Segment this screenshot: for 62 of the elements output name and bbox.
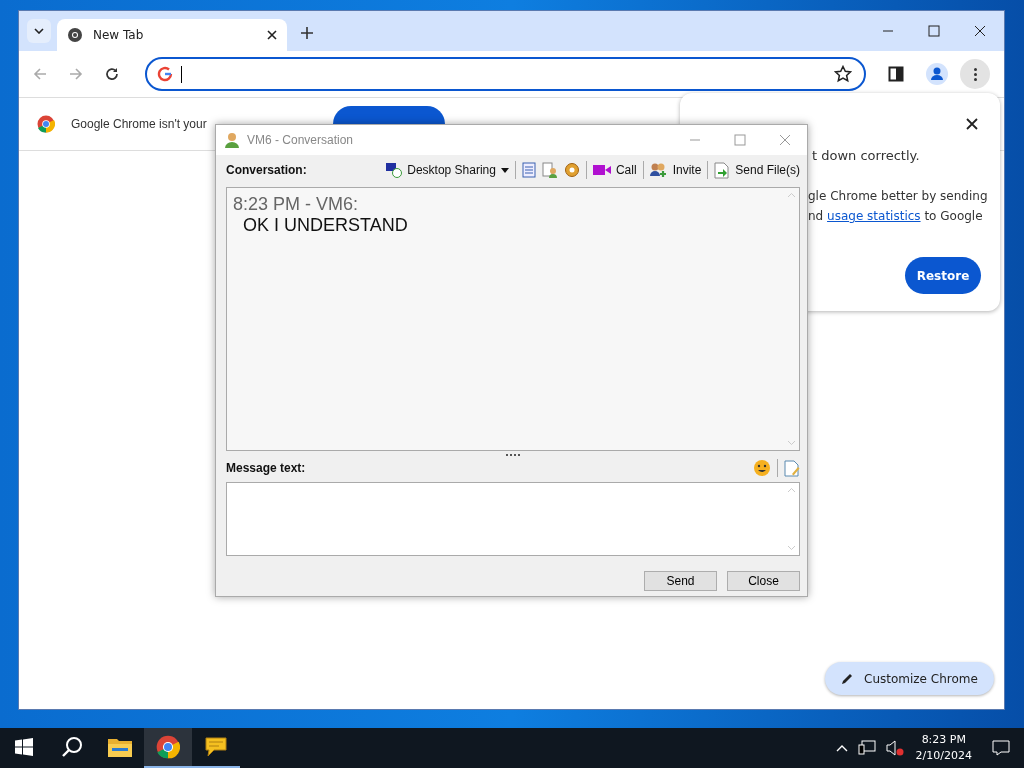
set-default-button[interactable] [332, 106, 445, 124]
restore-message: gle Chrome better by sending [808, 189, 988, 203]
dialog-button[interactable]: Send [644, 571, 717, 591]
caret-icon [500, 167, 509, 173]
clock-date[interactable]: 2/10/2024 [915, 748, 972, 764]
address-bar[interactable] [145, 57, 866, 91]
chevron-down-icon [34, 28, 44, 34]
reload-icon[interactable] [105, 67, 119, 81]
chrome-taskbar-button[interactable] [144, 728, 192, 768]
splitter-handle[interactable] [506, 454, 520, 458]
usage-statistics-link[interactable]: usage statistics [827, 209, 921, 223]
speaker-muted-icon[interactable] [885, 740, 904, 756]
users-add-icon [649, 162, 668, 178]
side-panel-icon[interactable] [888, 66, 904, 82]
call-tool-button[interactable]: Call [592, 163, 637, 177]
menu-icon[interactable] [960, 59, 990, 89]
folder-icon [108, 737, 132, 757]
default-browser-message: Google Chrome isn't your [71, 117, 207, 131]
window-title: VM6 - Conversation [247, 133, 354, 147]
smiley-icon[interactable] [753, 459, 771, 477]
chrome-icon [67, 27, 83, 43]
conversation-label: Conversation: [226, 163, 307, 177]
chrome-icon [37, 115, 55, 133]
close-icon[interactable] [966, 118, 978, 130]
chevron-up-icon[interactable] [835, 744, 848, 752]
invite-tool-button[interactable]: Invite [649, 162, 702, 178]
close-icon[interactable] [974, 25, 986, 37]
file-tool-button[interactable]: Send File(s) [714, 161, 800, 179]
info-tool-button[interactable] [541, 162, 558, 178]
message-header: 8:23 PM - VM6: [233, 194, 360, 215]
message-label: Message text: [226, 461, 306, 475]
star-icon[interactable] [834, 65, 852, 83]
pencil-icon [841, 672, 854, 685]
profile-icon[interactable] [926, 63, 948, 85]
user-icon [225, 132, 239, 148]
notes-icon [521, 162, 536, 178]
plugin-tool-button[interactable] [563, 162, 580, 178]
maximize-icon[interactable] [928, 25, 940, 37]
new-tab-icon[interactable] [301, 27, 313, 39]
browser-tab[interactable]: New Tab [57, 19, 287, 51]
video-camera-icon [592, 163, 611, 177]
close-icon[interactable] [267, 30, 277, 40]
search-icon [61, 736, 83, 758]
monitor-icon [386, 162, 403, 178]
restore-button[interactable]: Restore [905, 257, 981, 294]
restore-message: nd usage statistics to Google [808, 209, 983, 223]
share-tool-button[interactable]: Desktop Sharing [386, 162, 509, 178]
restore-message: t down correctly. [812, 148, 920, 163]
message-text: OK I UNDERSTAND [242, 215, 409, 236]
windows-logo-icon [15, 738, 33, 756]
customize-chrome-button[interactable]: Customize Chrome [825, 662, 994, 695]
google-icon [157, 66, 173, 82]
speech-bubble-icon [204, 736, 228, 758]
send-file-icon [714, 161, 731, 179]
network-icon[interactable] [857, 740, 876, 756]
notification-icon[interactable] [992, 740, 1010, 756]
gear-icon [563, 162, 580, 178]
chrome-icon [156, 735, 180, 759]
clock-time[interactable]: 8:23 PM [921, 732, 966, 748]
tab-search-button[interactable] [27, 19, 51, 43]
user-info-icon [541, 162, 558, 178]
dialog-button[interactable]: Close [727, 571, 800, 591]
